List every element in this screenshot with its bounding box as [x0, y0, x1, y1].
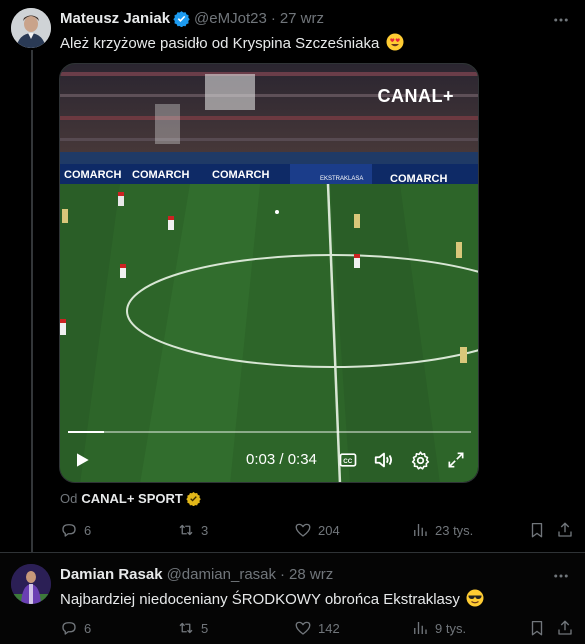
bar-chart-icon — [414, 622, 427, 634]
source-account-name[interactable]: CANAL+ SPORT — [81, 491, 182, 506]
author-handle[interactable]: @damian_rasak — [167, 566, 276, 583]
tweet-date[interactable]: 28 wrz — [289, 566, 333, 583]
like-count: 204 — [318, 522, 340, 538]
author-name[interactable]: Damian Rasak — [60, 566, 163, 583]
reply-count: 6 — [84, 620, 92, 636]
like-button[interactable]: 204 — [294, 519, 340, 541]
like-count: 142 — [318, 620, 340, 636]
video-progress-bar[interactable] — [68, 431, 471, 433]
avatar[interactable] — [11, 8, 51, 48]
share-button[interactable] — [556, 617, 574, 639]
bookmark-button[interactable] — [528, 617, 546, 639]
like-button[interactable]: 142 — [294, 617, 340, 639]
bookmark-icon — [531, 620, 543, 636]
share-icon — [558, 620, 572, 635]
separator-dot: · — [280, 566, 286, 583]
video-source: Od CANAL+ SPORT — [60, 491, 201, 507]
tweet-header: Mateusz Janiak @eMJot23 · 27 wrz — [60, 10, 324, 28]
more-options-icon[interactable] — [551, 566, 571, 586]
reply-button[interactable]: 6 — [60, 519, 91, 541]
reply-button[interactable]: 6 — [60, 617, 91, 639]
repost-count: 5 — [201, 620, 209, 636]
author-handle[interactable]: @eMJot23 — [194, 10, 267, 27]
tweet-actions: 6 3 204 23 tys. — [60, 519, 572, 541]
views-button[interactable]: 23 tys. — [411, 519, 473, 541]
view-count: 9 tys. — [435, 620, 467, 636]
sunglasses-emoji-icon — [466, 589, 484, 607]
more-options-icon[interactable] — [551, 10, 571, 30]
verified-badge-icon — [173, 10, 190, 28]
view-count: 23 tys. — [435, 522, 474, 538]
views-button[interactable]: 9 tys. — [411, 617, 466, 639]
play-icon[interactable] — [70, 448, 94, 472]
repost-button[interactable]: 3 — [177, 519, 208, 541]
bar-chart-icon — [414, 524, 427, 536]
video-player[interactable]: COMARCH COMARCH COMARCH EKSTRAKLASA COMA… — [59, 63, 479, 483]
gold-verified-badge-icon — [186, 491, 201, 507]
share-icon — [558, 522, 572, 537]
repost-icon — [179, 524, 193, 536]
fullscreen-icon[interactable] — [444, 448, 468, 472]
heart-icon — [295, 621, 311, 635]
share-button[interactable] — [556, 519, 574, 541]
bookmark-button[interactable] — [528, 519, 546, 541]
tweet-header: Damian Rasak @damian_rasak · 28 wrz — [60, 566, 333, 583]
source-prefix: Od — [60, 491, 78, 506]
tweet-text-content: Najbardziej niedoceniany ŚRODKOWY obrońc… — [60, 591, 460, 608]
settings-gear-icon[interactable] — [408, 448, 432, 472]
tweet-date[interactable]: 27 wrz — [280, 10, 324, 27]
repost-icon — [179, 622, 193, 634]
tweet-text: Ależ krzyżowe pasidło od Kryspina Szcześ… — [60, 33, 404, 52]
separator-dot: · — [270, 10, 276, 27]
heart-eyes-emoji-icon — [386, 33, 404, 51]
video-time: 0:03 / 0:34 — [246, 451, 317, 468]
captions-icon[interactable]: CC — [336, 448, 360, 472]
tweet-text-content: Ależ krzyżowe pasidło od Kryspina Szcześ… — [60, 35, 380, 52]
heart-icon — [295, 523, 311, 537]
reply-icon — [62, 622, 76, 635]
bookmark-icon — [531, 522, 543, 538]
tweet-actions: 6 5 142 9 tys. — [60, 617, 572, 639]
repost-button[interactable]: 5 — [177, 617, 208, 639]
video-progress-fill — [68, 431, 105, 433]
thread-connector-line — [31, 50, 33, 553]
reply-icon — [62, 524, 76, 537]
avatar[interactable] — [11, 564, 51, 604]
volume-icon[interactable] — [372, 448, 396, 472]
author-name[interactable]: Mateusz Janiak — [60, 10, 170, 27]
video-controls: 0:03 / 0:34 CC — [60, 64, 478, 482]
svg-text:CC: CC — [343, 458, 353, 465]
repost-count: 3 — [201, 522, 209, 538]
reply-count: 6 — [84, 522, 92, 538]
tweet-text: Najbardziej niedoceniany ŚRODKOWY obrońc… — [60, 589, 484, 608]
tweet[interactable]: Mateusz Janiak @eMJot23 · 27 wrz Ależ kr… — [0, 0, 585, 553]
